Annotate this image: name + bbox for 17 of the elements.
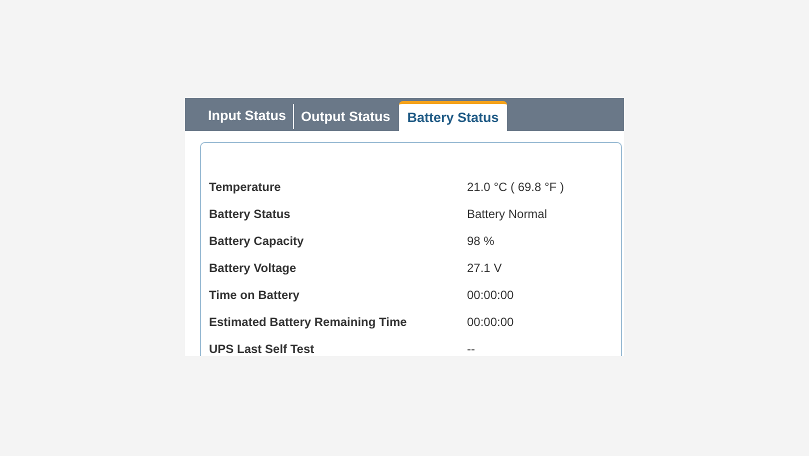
field-label: Temperature — [208, 180, 282, 194]
field-label: Estimated Battery Remaining Time — [208, 314, 408, 328]
tab[interactable]: Battery Status — [399, 101, 507, 131]
tab[interactable]: Input Status — [201, 101, 293, 131]
field-value: Battery Normal — [467, 206, 548, 220]
field-value: 27.1 V — [467, 260, 502, 274]
field-label: Battery Capacity — [208, 234, 305, 248]
field-label: Battery Voltage — [208, 260, 298, 274]
field-value: -- — [467, 342, 475, 356]
field-label: Battery Status — [208, 206, 292, 220]
tab[interactable]: Output Status — [293, 104, 398, 129]
field-value: 98 % — [467, 234, 494, 248]
field-label: Time on Battery — [208, 288, 300, 302]
field-label: UPS Last Self Test — [208, 342, 316, 356]
field-value: 21.0 °C ( 69.8 °F ) — [467, 180, 564, 194]
field-value: 00:00:00 — [467, 314, 514, 328]
field-value: 00:00:00 — [467, 288, 514, 302]
